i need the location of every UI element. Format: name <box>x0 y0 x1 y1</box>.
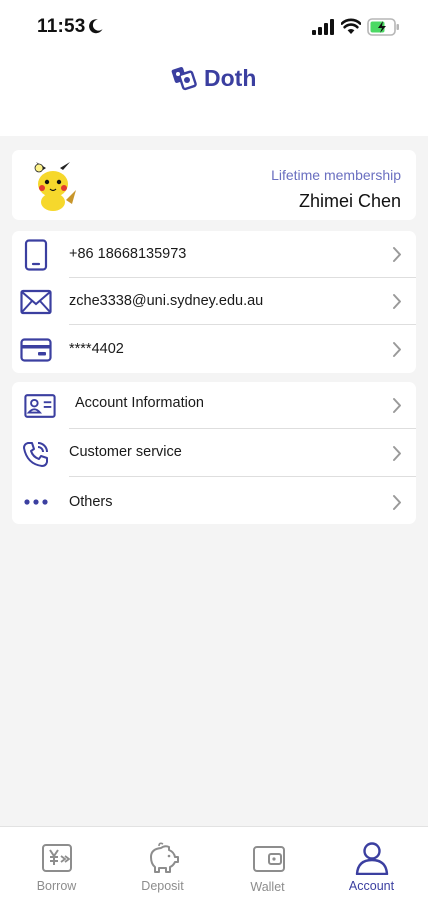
tab-wallet[interactable]: Wallet <box>214 827 321 902</box>
phone-number: +86 18668135973 <box>69 246 187 262</box>
wallet-icon <box>253 846 285 872</box>
tab-wallet-label: Wallet <box>250 880 285 894</box>
id-card-icon <box>24 390 56 422</box>
others-label: Others <box>69 494 113 510</box>
card-row[interactable]: ****4402 <box>12 326 416 373</box>
tab-bar: Borrow Deposit Wallet Account <box>0 826 428 902</box>
more-dots-icon <box>20 486 52 518</box>
mail-icon <box>20 286 52 318</box>
moon-icon <box>89 19 103 34</box>
phone-row[interactable]: +86 18668135973 <box>12 231 416 278</box>
chevron-right-icon <box>393 342 401 357</box>
membership-label: Lifetime membership <box>271 167 401 183</box>
tab-account[interactable]: Account <box>318 827 425 902</box>
wifi-icon <box>341 18 361 34</box>
profile-card[interactable]: Lifetime membership Zhimei Chen <box>12 150 416 220</box>
chevron-right-icon <box>393 446 401 461</box>
contact-card: +86 18668135973 zche3338@uni.sydney.edu.… <box>12 231 416 373</box>
row-divider <box>69 428 416 429</box>
piggy-bank-icon <box>150 842 179 873</box>
customer-service-label: Customer service <box>69 444 182 460</box>
account-information-row[interactable]: Account Information <box>12 382 416 429</box>
signal-icon <box>312 19 334 35</box>
tab-account-label: Account <box>348 879 395 893</box>
menu-card: Account Information Customer service Oth… <box>12 382 416 524</box>
account-information-label: Account Information <box>75 395 204 411</box>
row-divider <box>69 476 416 477</box>
customer-service-row[interactable]: Customer service <box>12 430 416 477</box>
chevron-right-icon <box>393 294 401 309</box>
chevron-right-icon <box>393 398 401 413</box>
phone-call-icon <box>20 438 52 470</box>
others-row[interactable]: Others <box>12 478 416 525</box>
brand-name: Doth <box>204 64 257 91</box>
chevron-right-icon <box>393 247 401 262</box>
tab-borrow[interactable]: Borrow <box>3 827 110 902</box>
app-header: Doth <box>0 56 428 136</box>
tab-borrow-label: Borrow <box>36 879 77 893</box>
avatar[interactable] <box>26 160 80 212</box>
email-row[interactable]: zche3338@uni.sydney.edu.au <box>12 278 416 325</box>
card-number: ****4402 <box>69 341 124 357</box>
card-icon <box>20 334 52 366</box>
user-icon <box>355 842 389 875</box>
chevron-right-icon <box>393 495 401 510</box>
tab-deposit[interactable]: Deposit <box>109 827 216 902</box>
brand-logo-icon <box>171 67 197 91</box>
user-name: Zhimei Chen <box>298 191 401 211</box>
battery-icon <box>367 18 399 36</box>
status-time: 11:53 <box>37 16 86 37</box>
row-divider <box>69 324 416 325</box>
tab-deposit-label: Deposit <box>141 879 184 893</box>
status-bar: 11:53 <box>0 0 428 56</box>
email-address: zche3338@uni.sydney.edu.au <box>69 293 264 309</box>
brand: Doth <box>170 64 256 92</box>
phone-icon <box>20 239 52 271</box>
borrow-icon <box>42 844 72 872</box>
